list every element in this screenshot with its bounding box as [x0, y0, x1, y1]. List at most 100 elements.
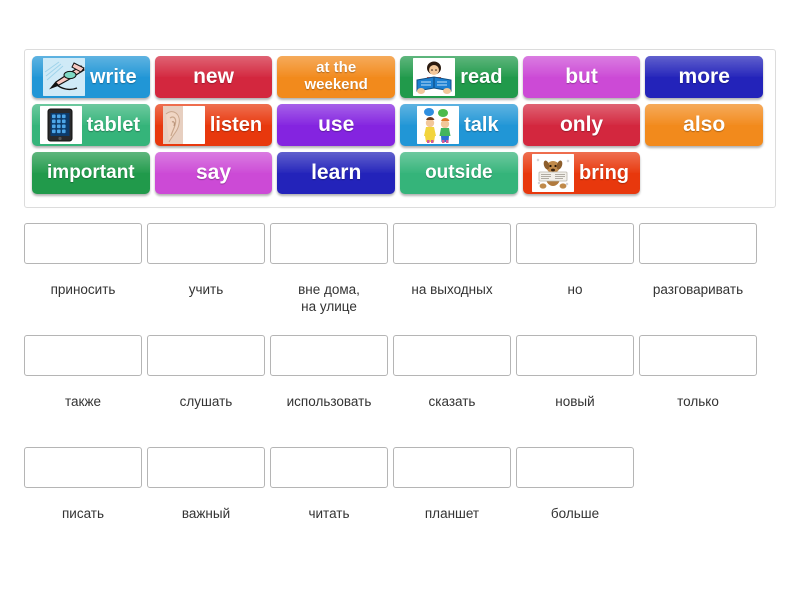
word-tile-more[interactable]: more: [645, 56, 764, 98]
word-tile-label: write: [89, 65, 137, 88]
answer-prompt-label: учить: [188, 282, 224, 297]
word-tile-label: also: [683, 113, 726, 137]
answer-drop-box[interactable]: [24, 335, 142, 376]
word-tile-label: say: [195, 161, 232, 185]
word-tile-label: listen: [209, 113, 263, 136]
answer-cell: писать: [24, 447, 142, 522]
ear-listening-icon: [162, 106, 205, 144]
answer-drop-box[interactable]: [24, 447, 142, 488]
word-tile-but[interactable]: but: [522, 56, 641, 98]
answer-cell: слушать: [147, 335, 265, 410]
answer-prompt-label: также: [65, 394, 101, 409]
word-tile-label: new: [193, 65, 234, 89]
word-tile-bring[interactable]: bring: [522, 152, 641, 194]
answer-cell: [639, 447, 757, 522]
answer-drop-box[interactable]: [147, 335, 265, 376]
answer-cell: на выходных: [393, 223, 511, 316]
word-tile-outside[interactable]: outside: [400, 152, 518, 194]
answer-drop-box[interactable]: [24, 223, 142, 264]
answer-cell: больше: [516, 447, 634, 522]
answer-cell: разговаривать: [639, 223, 757, 316]
tile-bank-row: tablet listen use talk only also: [32, 104, 768, 152]
answer-prompt-label: важный: [181, 506, 231, 521]
tile-empty-slot: [645, 152, 763, 194]
hand-writing-icon: [42, 58, 85, 96]
answer-drop-box[interactable]: [393, 223, 511, 264]
child-reading-icon: [413, 58, 456, 96]
answer-drop-box[interactable]: [639, 335, 757, 376]
word-tile-label: more: [678, 65, 730, 89]
word-tile-important[interactable]: important: [32, 152, 150, 194]
word-tile-listen[interactable]: listen: [154, 104, 273, 146]
word-tile-label: at the weekend: [304, 59, 368, 93]
answer-drop-box[interactable]: [147, 223, 265, 264]
answer-prompt-label: читать: [308, 506, 350, 521]
answer-cell: приносить: [24, 223, 142, 316]
word-tile-label: only: [559, 113, 604, 137]
word-tile-label: learn: [311, 161, 362, 185]
word-tile-label: use: [318, 113, 355, 137]
answer-cell: использовать: [270, 335, 388, 410]
answer-cell: учить: [147, 223, 265, 316]
answer-cell: также: [24, 335, 142, 410]
word-tile-label: talk: [464, 113, 499, 136]
answer-drop-box[interactable]: [147, 447, 265, 488]
two-kids-talking-icon: [417, 106, 460, 144]
answer-prompt-label: новый: [555, 394, 595, 409]
word-tile-talk[interactable]: talk: [400, 104, 518, 146]
answer-drop-box[interactable]: [270, 223, 388, 264]
answer-prompt-label: писать: [61, 506, 105, 521]
answer-row: приносить учить вне дома, на улице на выход…: [24, 223, 776, 316]
word-tile-only[interactable]: only: [522, 104, 641, 146]
word-tile-write[interactable]: write: [32, 56, 150, 98]
answer-drop-box[interactable]: [516, 447, 634, 488]
word-tile-label: tablet: [86, 113, 140, 136]
tablet-device-icon: [39, 106, 82, 144]
answer-drop-box[interactable]: [393, 447, 511, 488]
answer-prompt-label: разговаривать: [652, 282, 744, 297]
answer-drop-box[interactable]: [393, 335, 511, 376]
word-tile-also[interactable]: also: [645, 104, 764, 146]
answer-prompt-label: но: [567, 282, 583, 297]
word-tile-bank: write new at the weekend read but more tablet l…: [24, 49, 776, 208]
word-tile-label: important: [47, 162, 135, 184]
answer-row: писать важный читать планшет больше: [24, 447, 776, 522]
word-tile-label: bring: [579, 161, 630, 184]
answer-cell: планшет: [393, 447, 511, 522]
word-tile-at-the-weekend[interactable]: at the weekend: [277, 56, 396, 98]
answer-cell: но: [516, 223, 634, 316]
answer-cell: вне дома, на улице: [270, 223, 388, 316]
answer-prompt-label: слушать: [179, 394, 233, 409]
word-tile-new[interactable]: new: [154, 56, 273, 98]
answer-drop-box[interactable]: [270, 447, 388, 488]
word-tile-learn[interactable]: learn: [277, 152, 396, 194]
answer-prompt-label: планшет: [424, 506, 480, 521]
tile-bank-row: important say learn outside bring: [32, 152, 768, 200]
answer-drop-box[interactable]: [516, 223, 634, 264]
answer-drop-box[interactable]: [516, 335, 634, 376]
dog-with-paper-icon: [532, 154, 575, 192]
answer-cell: сказать: [393, 335, 511, 410]
word-tile-label: read: [460, 65, 503, 88]
word-tile-tablet[interactable]: tablet: [32, 104, 150, 146]
answer-drop-box[interactable]: [270, 335, 388, 376]
answer-prompt-label: вне дома, на улице: [298, 282, 360, 315]
answer-prompt-label: только: [677, 394, 719, 409]
answer-cell: читать: [270, 447, 388, 522]
word-tile-read[interactable]: read: [400, 56, 518, 98]
word-tile-use[interactable]: use: [277, 104, 396, 146]
answer-prompt-label: сказать: [428, 394, 476, 409]
answer-cell: только: [639, 335, 757, 410]
answer-cell: новый: [516, 335, 634, 410]
answer-cell: важный: [147, 447, 265, 522]
answer-prompt-label: приносить: [50, 282, 116, 297]
word-tile-label: but: [565, 65, 598, 89]
word-tile-say[interactable]: say: [154, 152, 273, 194]
answer-prompt-label: на выходных: [411, 282, 493, 297]
word-tile-label: outside: [425, 162, 493, 184]
answer-prompt-label: использовать: [286, 394, 372, 409]
tile-bank-row: write new at the weekend read but more: [32, 56, 768, 104]
answer-prompt-label: больше: [550, 506, 600, 521]
answer-drop-box[interactable]: [639, 223, 757, 264]
answer-row: также слушать использовать сказать новый толь…: [24, 335, 776, 410]
